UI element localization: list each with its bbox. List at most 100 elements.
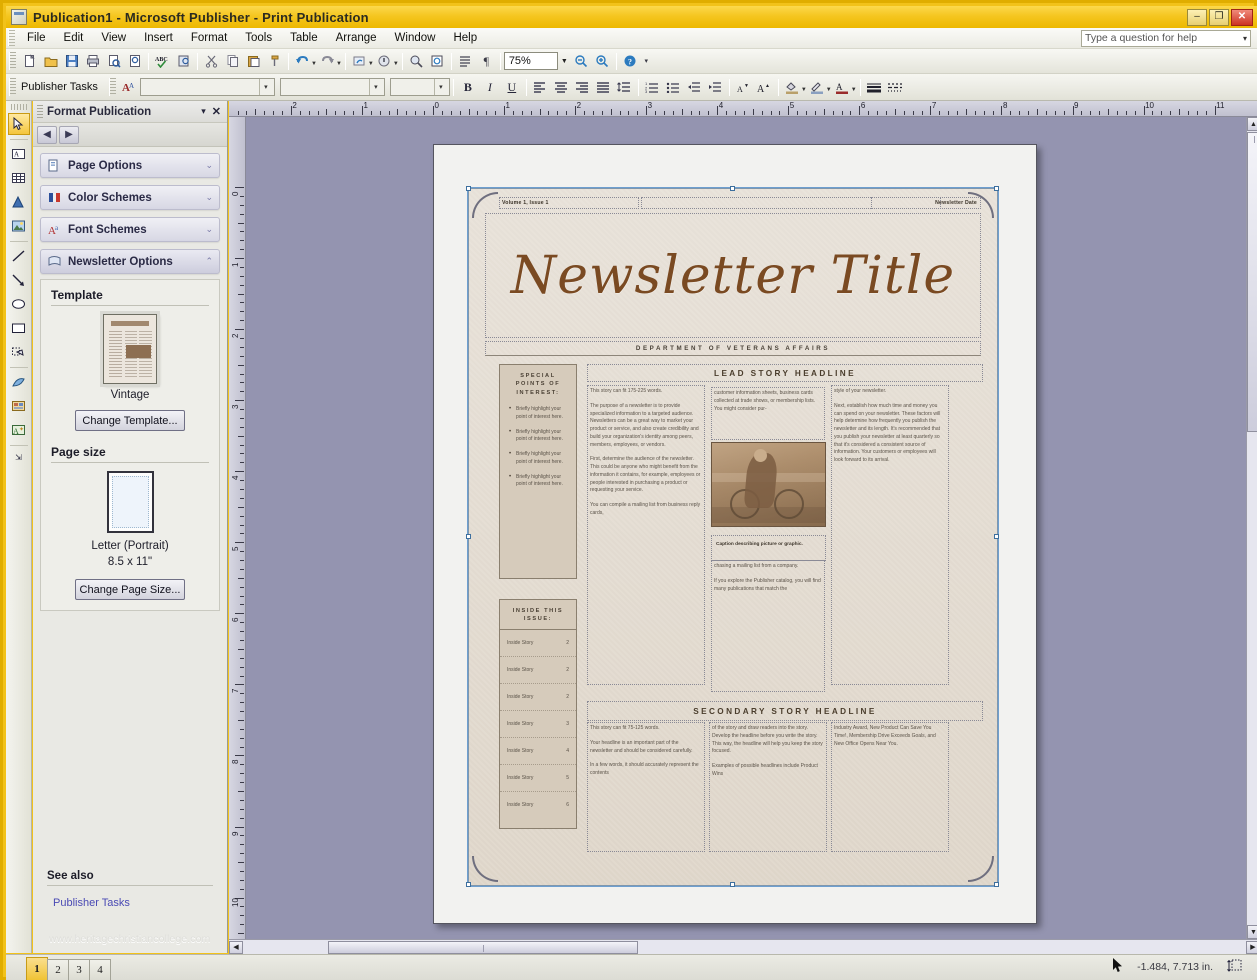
menu-window[interactable]: Window [386, 30, 445, 46]
accordion-font-schemes[interactable]: Aa Font Schemes ⌄ [40, 217, 220, 242]
save-icon[interactable] [61, 51, 82, 72]
objects-toolbar-grip-handle[interactable] [11, 104, 27, 110]
search-icon[interactable] [124, 51, 145, 72]
oval-tool[interactable] [8, 293, 30, 315]
arrow-tool[interactable] [8, 269, 30, 291]
menu-format[interactable]: Format [182, 30, 236, 46]
selection-handle[interactable] [466, 186, 471, 191]
accordion-page-options[interactable]: Page Options ⌄ [40, 153, 220, 178]
horizontal-scroll-thumb[interactable] [328, 941, 638, 954]
page-tab-4[interactable]: 4 [89, 959, 111, 980]
menu-table[interactable]: Table [281, 30, 327, 46]
vertical-scroll-thumb[interactable] [1247, 132, 1257, 432]
increase-font-size-icon[interactable]: A▲ [754, 77, 775, 98]
paste-icon[interactable] [243, 51, 264, 72]
zoom-in-icon[interactable] [592, 51, 613, 72]
cut-icon[interactable] [201, 51, 222, 72]
copy-icon[interactable] [222, 51, 243, 72]
selection-handle[interactable] [994, 882, 999, 887]
show-formatting-marks-icon[interactable]: ¶ [476, 51, 497, 72]
minimize-button[interactable]: – [1187, 9, 1207, 26]
research-icon[interactable] [173, 51, 194, 72]
publication-canvas[interactable]: Volume 1, Issue 1 Newsletter Date Newsle… [246, 117, 1246, 939]
styles-and-formatting-icon[interactable]: AA [119, 77, 140, 98]
open-icon[interactable] [40, 51, 61, 72]
task-pane-menu-chevron-icon[interactable]: ▾ [197, 106, 210, 117]
task-pane-back-icon[interactable]: ◀ [37, 126, 57, 144]
vertical-scrollbar[interactable]: ▲ ▼ [1246, 117, 1257, 939]
zoom-page-width-icon[interactable] [427, 51, 448, 72]
insert-hyperlink-icon[interactable] [349, 51, 370, 72]
font-color-icon[interactable]: A [832, 77, 853, 98]
see-also-publisher-tasks-link[interactable]: Publisher Tasks [47, 897, 130, 909]
menu-edit[interactable]: Edit [55, 30, 93, 46]
template-preview[interactable]: Vintage [51, 314, 209, 401]
undo-icon[interactable] [292, 51, 313, 72]
selection-handle[interactable] [730, 186, 735, 191]
item-from-content-library-tool[interactable] [8, 395, 30, 417]
decrease-font-size-icon[interactable]: A▼ [733, 77, 754, 98]
new-icon[interactable] [19, 51, 40, 72]
menu-help[interactable]: Help [444, 30, 486, 46]
scroll-right-icon[interactable]: ▶ [1246, 941, 1257, 954]
text-box-tool[interactable]: A [8, 143, 30, 165]
menu-arrange[interactable]: Arrange [327, 30, 386, 46]
ask-a-question-box[interactable]: Type a question for help ▾ [1081, 30, 1251, 47]
toolbar-options-icon[interactable]: ▾ [641, 51, 652, 72]
special-characters-icon[interactable] [455, 51, 476, 72]
insert-table-tool[interactable] [8, 167, 30, 189]
selection-handle[interactable] [466, 882, 471, 887]
template-thumbnail-vintage[interactable] [103, 314, 157, 384]
redo-icon[interactable] [317, 51, 338, 72]
publication-page[interactable]: Volume 1, Issue 1 Newsletter Date Newsle… [433, 144, 1037, 924]
align-right-icon[interactable] [572, 77, 593, 98]
zoom-dropdown-chevron-icon[interactable]: ▼ [558, 52, 571, 70]
fill-color-icon[interactable] [782, 77, 803, 98]
accordion-color-schemes[interactable]: Color Schemes ⌄ [40, 185, 220, 210]
line-spacing-icon[interactable] [614, 77, 635, 98]
zoom-whole-page-icon[interactable] [406, 51, 427, 72]
align-center-icon[interactable] [551, 77, 572, 98]
print-preview-icon[interactable] [103, 51, 124, 72]
style-combo[interactable]: ▾ [390, 78, 450, 96]
task-pane-forward-icon[interactable]: ▶ [59, 126, 79, 144]
menu-grip-handle[interactable] [8, 30, 15, 46]
justify-icon[interactable] [593, 77, 614, 98]
rectangle-tool[interactable] [8, 317, 30, 339]
publisher-tasks-button[interactable]: Publisher Tasks [19, 81, 106, 93]
font-name-combo[interactable]: ▾ [140, 78, 275, 96]
dash-style-icon[interactable] [885, 77, 906, 98]
publisher-tasks-grip-handle[interactable] [9, 78, 16, 96]
font-size-combo[interactable]: ▾ [280, 78, 385, 96]
bold-icon[interactable]: B [457, 77, 479, 97]
help-icon[interactable]: ? [620, 51, 641, 72]
selection-handle[interactable] [730, 882, 735, 887]
newsletter-layout[interactable]: Volume 1, Issue 1 Newsletter Date Newsle… [468, 188, 998, 886]
print-icon[interactable] [82, 51, 103, 72]
page-tab-2[interactable]: 2 [47, 959, 69, 980]
scroll-up-icon[interactable]: ▲ [1247, 117, 1257, 131]
select-objects-tool[interactable] [8, 113, 30, 135]
selection-handle[interactable] [994, 186, 999, 191]
scroll-left-icon[interactable]: ◀ [229, 941, 243, 954]
page-tab-3[interactable]: 3 [68, 959, 90, 980]
horizontal-ruler[interactable]: 2101234567891011 [229, 101, 1257, 117]
line-tool[interactable] [8, 245, 30, 267]
design-checker-icon[interactable] [374, 51, 395, 72]
scroll-down-icon[interactable]: ▼ [1247, 925, 1257, 939]
selection-handle[interactable] [994, 534, 999, 539]
line-style-icon[interactable] [864, 77, 885, 98]
line-color-icon[interactable] [807, 77, 828, 98]
menu-view[interactable]: View [92, 30, 135, 46]
wordart-tool[interactable] [8, 191, 30, 213]
italic-icon[interactable]: I [479, 77, 501, 97]
task-pane-grip-handle[interactable] [37, 105, 43, 119]
decrease-indent-icon[interactable] [684, 77, 705, 98]
design-gallery-object-tool[interactable] [8, 371, 30, 393]
change-template-button[interactable]: Change Template... [75, 410, 185, 431]
insert-design-accent-tool[interactable]: A✦ [8, 419, 30, 441]
task-pane-close-icon[interactable]: ✕ [210, 105, 227, 118]
formatting-toolbar-grip-handle[interactable] [109, 78, 116, 96]
page-size-thumbnail[interactable] [107, 471, 154, 533]
maximize-button[interactable]: ❐ [1209, 9, 1229, 26]
